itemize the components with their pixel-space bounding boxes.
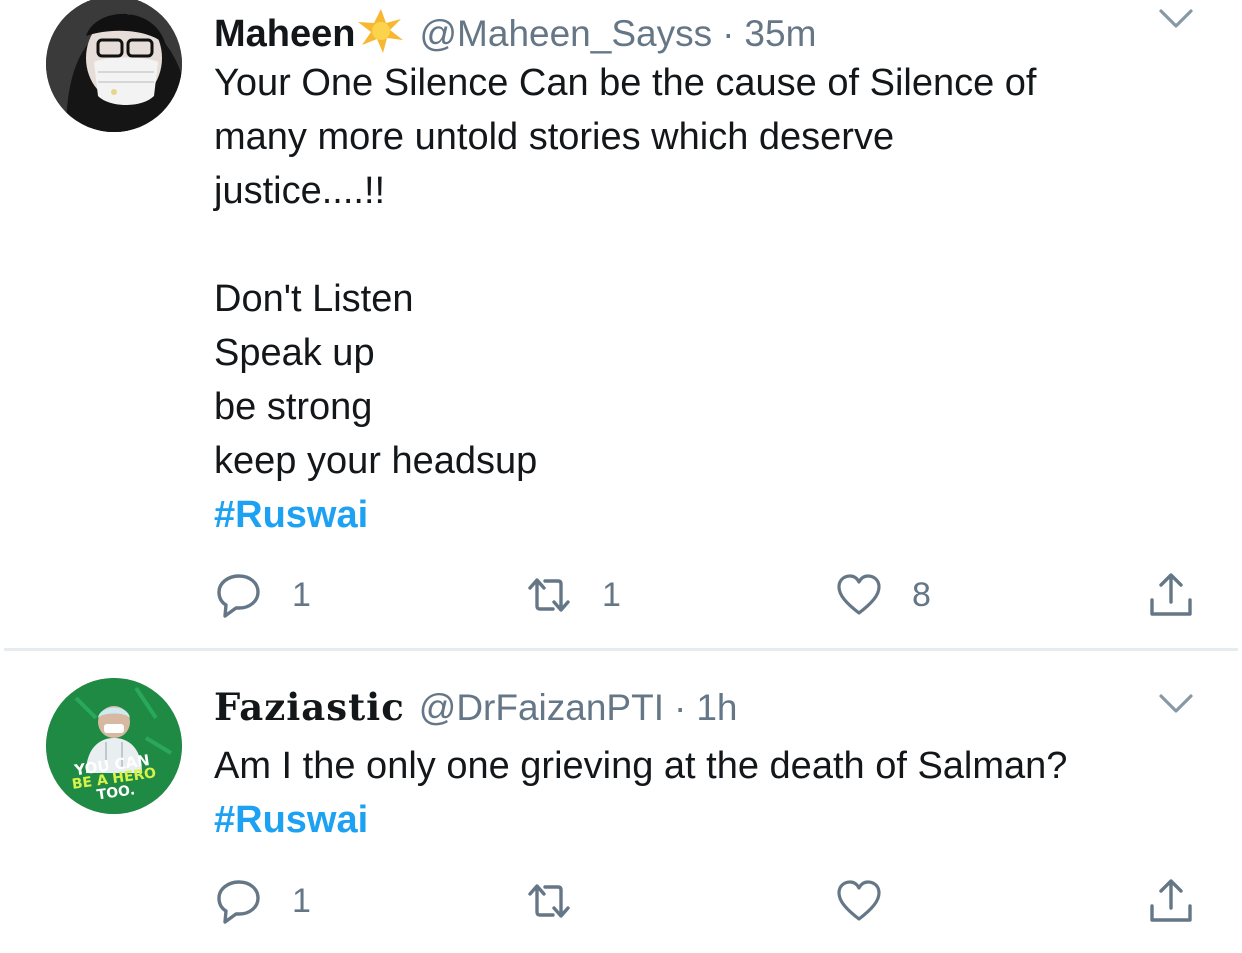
tweet[interactable]: Maheen @Maheen_Sayss · 35m Your One Sile… bbox=[0, 0, 1242, 650]
like-button[interactable] bbox=[836, 876, 882, 926]
reply-icon bbox=[217, 574, 260, 618]
retweet-icon bbox=[528, 578, 570, 612]
tweet-text-line: Am I the only one grieving at the death … bbox=[214, 745, 1068, 787]
share-icon bbox=[1150, 573, 1192, 616]
reply-button[interactable]: 1 bbox=[216, 876, 311, 926]
user-handle[interactable]: @DrFaizanPTI bbox=[419, 687, 664, 729]
tweet-text-line: Don't Listen bbox=[214, 278, 414, 320]
tweet-text: Am I the only one grieving at the death … bbox=[214, 739, 1067, 847]
tweet-text-line: be strong bbox=[214, 386, 373, 428]
tweet-header: Faziastic @DrFaizanPTI · 1h bbox=[214, 685, 737, 731]
hashtag-link[interactable]: #Ruswai bbox=[214, 488, 1174, 542]
tweet-text-line: Speak up bbox=[214, 332, 375, 374]
separator-dot: · bbox=[722, 13, 735, 54]
like-button[interactable]: 8 bbox=[836, 570, 931, 620]
heart-icon bbox=[837, 574, 881, 615]
separator-dot: · bbox=[674, 687, 687, 728]
heart-icon bbox=[837, 880, 881, 921]
hashtag-link[interactable]: #Ruswai bbox=[214, 793, 1067, 847]
retweet-count: 1 bbox=[602, 575, 621, 614]
display-name[interactable]: Faziastic bbox=[214, 685, 405, 729]
retweet-button[interactable]: 1 bbox=[526, 570, 621, 620]
share-button[interactable] bbox=[1148, 876, 1194, 926]
share-button[interactable] bbox=[1148, 570, 1194, 620]
chevron-down-icon[interactable] bbox=[1158, 693, 1194, 715]
avatar[interactable] bbox=[46, 0, 182, 132]
chevron-down-icon[interactable] bbox=[1158, 8, 1194, 30]
timestamp[interactable]: 1h bbox=[696, 687, 737, 729]
share-icon bbox=[1150, 879, 1192, 922]
avatar[interactable]: YOU CAN BE A HERO TOO. bbox=[46, 678, 182, 814]
retweet-button[interactable] bbox=[526, 876, 572, 926]
sun-star-emoji-icon bbox=[357, 8, 405, 54]
tweet-actions: 1 1 8 bbox=[0, 570, 1242, 620]
tweet-text-line: keep your headsup bbox=[214, 440, 538, 482]
reply-button[interactable]: 1 bbox=[216, 570, 311, 620]
tweet[interactable]: YOU CAN BE A HERO TOO. Faziastic @DrFaiz… bbox=[0, 651, 1242, 953]
avatar-image bbox=[46, 0, 182, 132]
tweet-header: Maheen @Maheen_Sayss · 35m bbox=[214, 0, 816, 55]
tweet-text-line: justice....!! bbox=[214, 170, 386, 212]
reply-count: 1 bbox=[292, 881, 311, 920]
reply-icon bbox=[217, 880, 260, 924]
tweet-text: Your One Silence Can be the cause of Sil… bbox=[214, 56, 1174, 542]
retweet-icon bbox=[528, 884, 570, 918]
display-name[interactable]: Maheen bbox=[214, 13, 355, 56]
like-count: 8 bbox=[912, 575, 931, 614]
tweet-text-line: Your One Silence Can be the cause of Sil… bbox=[214, 62, 1037, 104]
reply-count: 1 bbox=[292, 575, 311, 614]
timestamp[interactable]: 35m bbox=[744, 13, 816, 55]
tweet-text-line: many more untold stories which deserve bbox=[214, 116, 895, 158]
user-handle[interactable]: @Maheen_Sayss bbox=[419, 13, 712, 55]
tweet-actions: 1 bbox=[0, 876, 1242, 926]
